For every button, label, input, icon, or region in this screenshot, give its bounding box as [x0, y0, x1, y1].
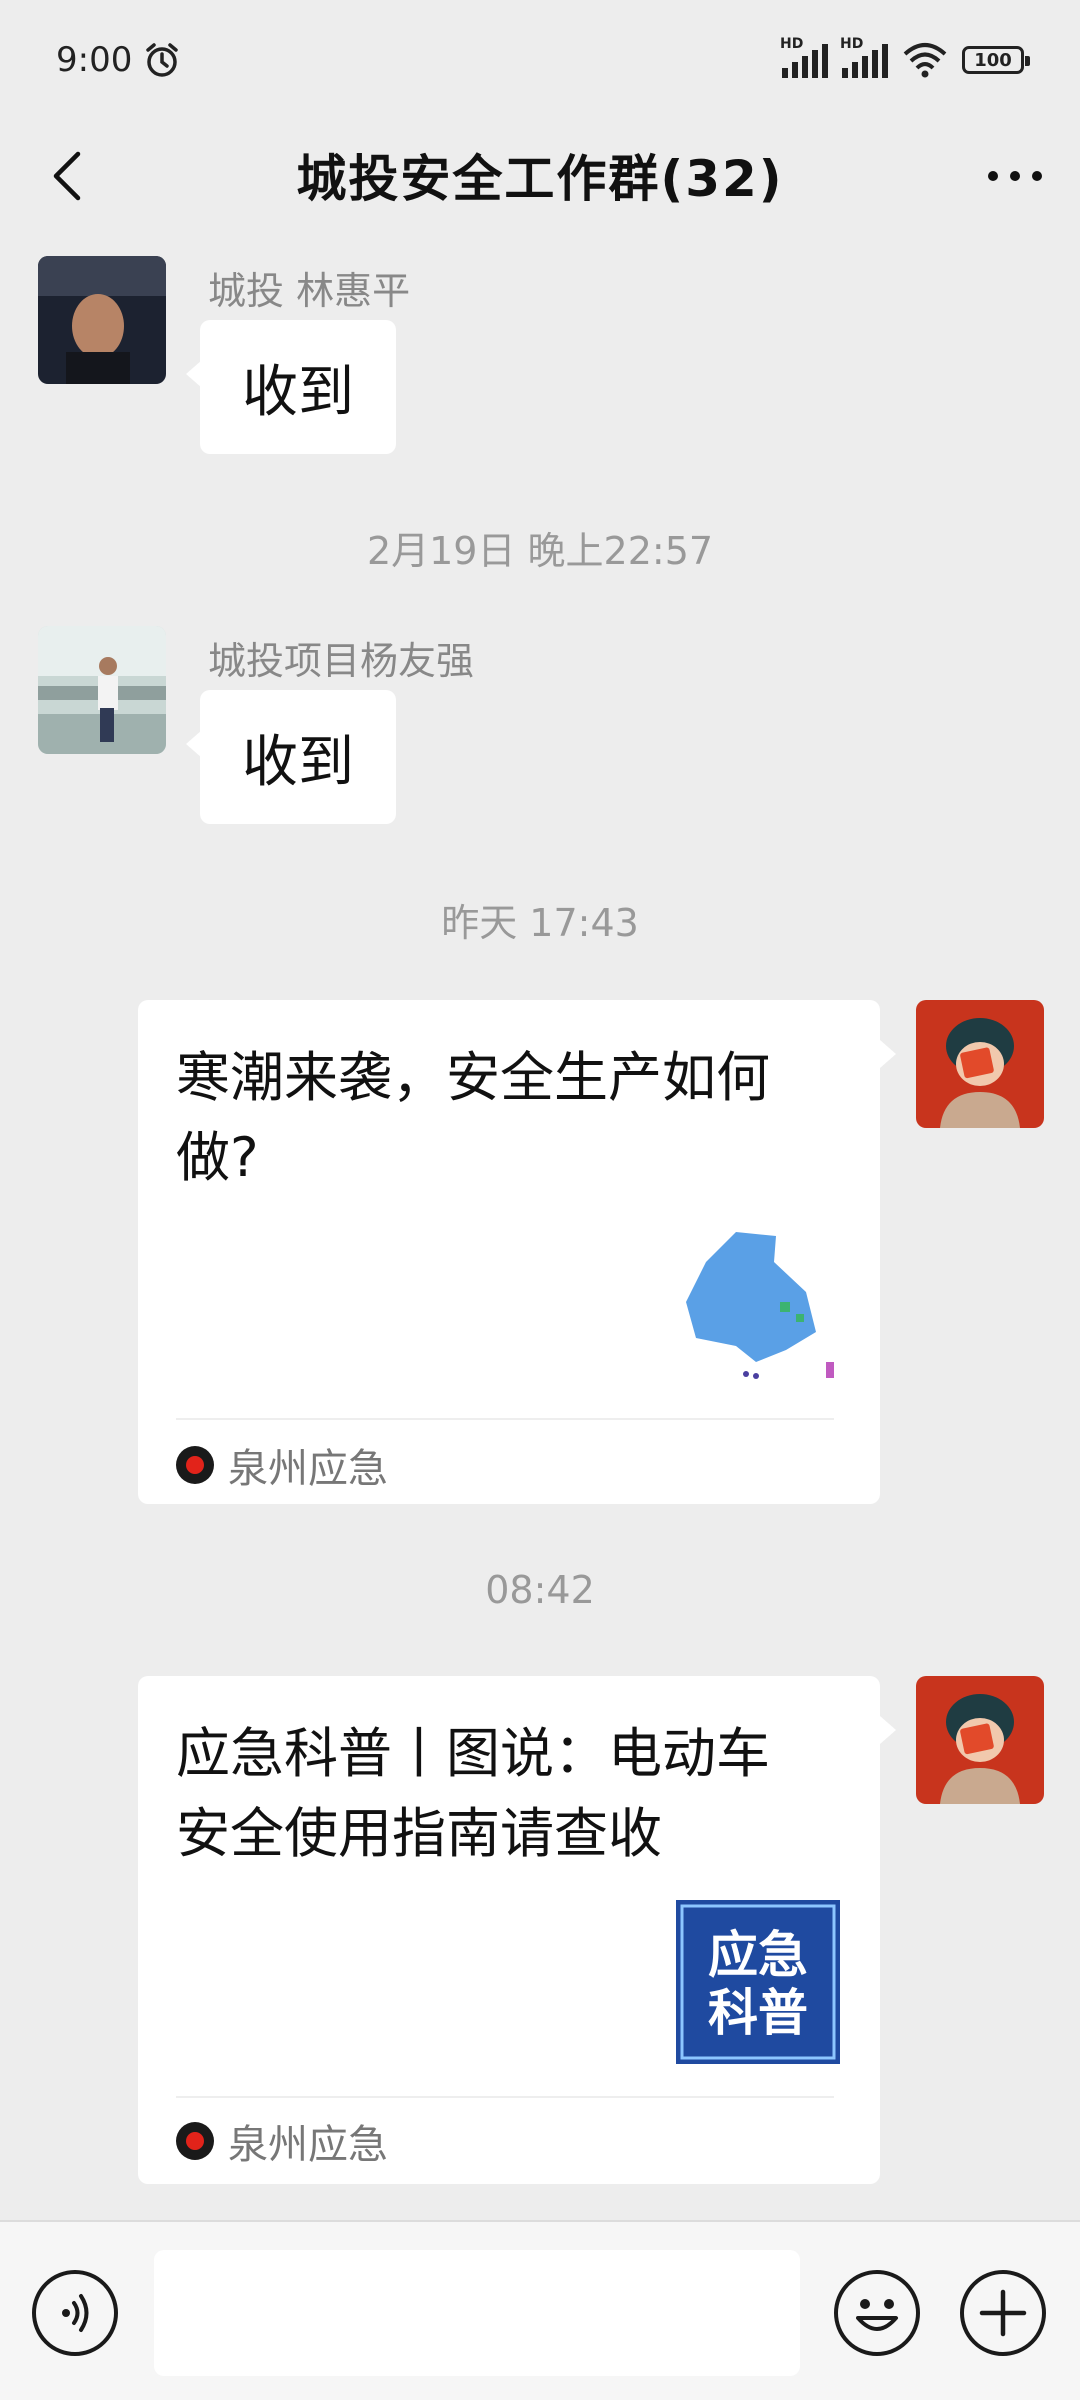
wifi-icon [903, 43, 947, 78]
avatar-self[interactable] [916, 1000, 1044, 1128]
more-icon[interactable] [980, 146, 1050, 206]
voice-button[interactable] [32, 2270, 118, 2356]
article-thumbnail: 应急 科普 [676, 1900, 840, 2064]
avatar[interactable] [38, 256, 166, 384]
hd-label-2: HD [840, 36, 864, 52]
emoji-button[interactable] [834, 2270, 920, 2356]
source-name: 泉州应急 [228, 2122, 388, 2168]
plus-button[interactable] [960, 2270, 1046, 2356]
chat-header: 城投安全工作群(32) [0, 120, 1080, 230]
chat-title: 城投安全工作群(32) [296, 150, 784, 208]
hd-label-1: HD [780, 36, 804, 52]
battery-level: 100 [974, 49, 1012, 71]
status-time: 9:00 [56, 40, 133, 80]
voice-icon [62, 2294, 89, 2332]
avatar-self[interactable] [916, 1676, 1044, 1804]
article-card[interactable]: 寒潮来袭，安全生产如何做? 泉州应急 [138, 1000, 896, 1504]
message-bubble[interactable]: 收到 [186, 690, 396, 824]
status-bar: 9:00 HD HD 100 [0, 0, 1080, 120]
message-bubble[interactable]: 收到 [186, 320, 396, 454]
message-input[interactable] [154, 2250, 800, 2376]
article-thumbnail [676, 1222, 840, 1386]
thumbnail-text-2: 科普 [708, 1984, 808, 2042]
thumbnail-text-1: 应急 [708, 1926, 808, 1984]
status-left: 9:00 [56, 40, 182, 80]
back-arrow-icon[interactable] [40, 146, 100, 206]
article-title: 应急科普丨图说：电动车安全使用指南请查收 [176, 1722, 770, 1865]
divider [176, 2096, 834, 2098]
article-card[interactable]: 应急科普丨图说：电动车安全使用指南请查收 应急 科普 泉州应急 [138, 1676, 896, 2184]
signal-icon-1: HD [780, 36, 828, 78]
timestamp: 昨天 17:43 [441, 901, 639, 945]
divider [176, 1418, 834, 1420]
article-title: 寒潮来袭，安全生产如何做? [176, 1046, 770, 1189]
sender-name: 城投项目杨友强 [208, 639, 475, 683]
source-logo-icon [176, 2122, 214, 2160]
alarm-icon [146, 43, 179, 77]
status-right: HD HD 100 [780, 36, 1030, 78]
battery-icon: 100 [962, 46, 1030, 74]
timestamp: 08:42 [485, 1568, 595, 1612]
plus-icon [979, 2289, 1027, 2337]
emoji-icon [856, 2299, 898, 2331]
sender-name: 城投 林惠平 [208, 269, 411, 313]
avatar[interactable] [38, 626, 166, 754]
signal-icon-2: HD [840, 36, 888, 78]
article-source: 泉州应急 [176, 2112, 388, 2170]
source-logo-icon [176, 1446, 214, 1484]
timestamp: 2月19日 晚上22:57 [366, 529, 714, 573]
source-name: 泉州应急 [228, 1446, 388, 1492]
input-bar [0, 2220, 1080, 2400]
article-source: 泉州应急 [176, 1436, 388, 1494]
